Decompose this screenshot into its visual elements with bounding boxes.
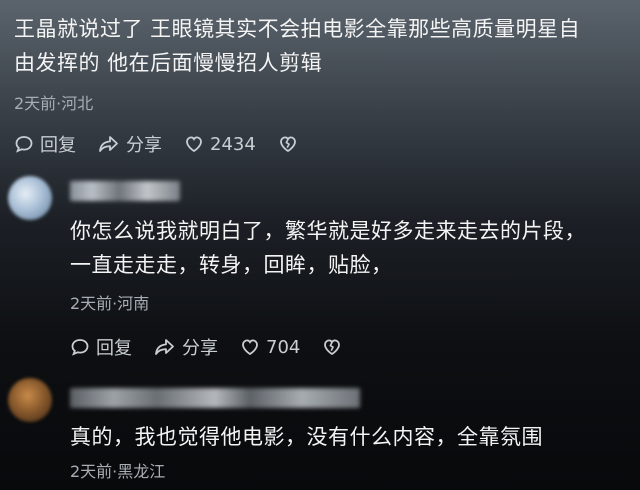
- comment-1-text-line1: 王晶就说过了 王眼镜其实不会拍电影全靠那些高质量明星自: [14, 17, 581, 41]
- reply-button[interactable]: 回复: [70, 334, 132, 360]
- share-button[interactable]: 分享: [98, 131, 162, 157]
- comment-2-text-line2: 一直走走走，转身，回眸，贴脸，: [70, 253, 393, 277]
- comment-1-meta: 2天前·河北: [14, 94, 94, 113]
- heart-icon: [242, 339, 258, 356]
- comment-2-meta: 2天前·河南: [70, 294, 150, 313]
- like-count: 2434: [210, 133, 256, 155]
- comment-2-actions: 回复 分享 704: [70, 334, 364, 360]
- share-arrow-icon: [99, 136, 118, 152]
- username[interactable]: [70, 388, 360, 408]
- dislike-button[interactable]: [278, 134, 298, 154]
- speech-bubble-icon: [15, 136, 33, 153]
- share-button[interactable]: 分享: [154, 334, 218, 360]
- like-button[interactable]: 2434: [184, 134, 256, 155]
- dislike-button[interactable]: [322, 337, 342, 357]
- avatar[interactable]: [8, 378, 52, 422]
- comment-3-meta: 2天前·黑龙江: [70, 462, 166, 481]
- comment-3-text-line1: 真的，我也觉得他电影，没有什么内容，全靠氛围: [70, 425, 543, 449]
- share-arrow-icon: [155, 339, 174, 355]
- comment-1-text-line2: 由发挥的 他在后面慢慢招人剪辑: [14, 51, 323, 75]
- share-label: 分享: [182, 338, 218, 359]
- like-count: 704: [266, 336, 301, 358]
- comment-2: 你怎么说我就明白了，繁华就是好多走来走去的片段， 一直走走走，转身，回眸，贴脸，…: [70, 214, 630, 314]
- broken-heart-icon: [279, 136, 296, 153]
- heart-icon: [186, 136, 202, 153]
- username[interactable]: [70, 181, 180, 201]
- comment-1-actions: 回复 分享 2434: [14, 131, 320, 157]
- broken-heart-icon: [324, 339, 341, 356]
- comment-3: 真的，我也觉得他电影，没有什么内容，全靠氛围 2天前·黑龙江: [70, 420, 630, 482]
- like-button[interactable]: 704: [240, 337, 300, 358]
- reply-button[interactable]: 回复: [14, 131, 76, 157]
- reply-label: 回复: [40, 135, 76, 156]
- comment-1: 王晶就说过了 王眼镜其实不会拍电影全靠那些高质量明星自 由发挥的 他在后面慢慢招…: [14, 12, 630, 114]
- avatar[interactable]: [8, 176, 52, 220]
- comment-2-text-line1: 你怎么说我就明白了，繁华就是好多走来走去的片段，: [70, 219, 586, 243]
- share-label: 分享: [126, 135, 162, 156]
- speech-bubble-icon: [71, 339, 89, 356]
- reply-label: 回复: [96, 338, 132, 359]
